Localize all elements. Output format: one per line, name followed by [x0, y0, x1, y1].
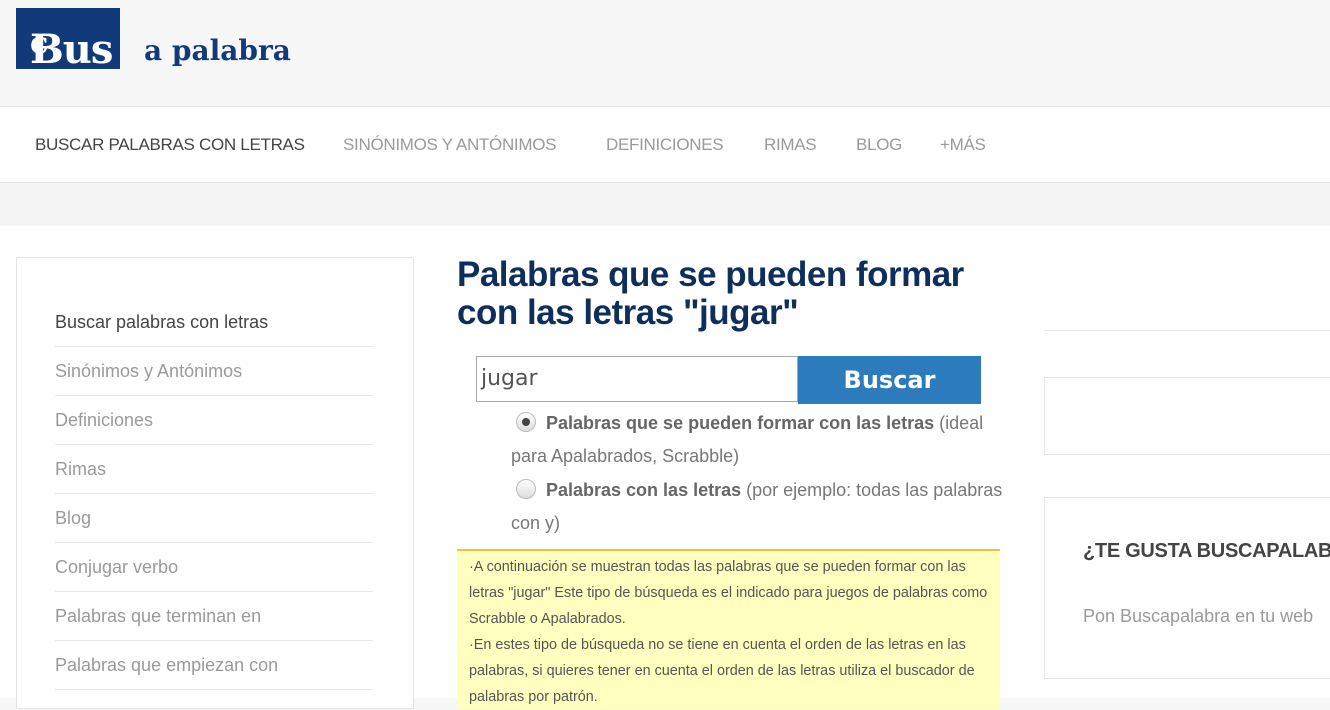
promo-text[interactable]: Pon Buscapalabra en tu web [1083, 606, 1313, 627]
nav-rimas[interactable]: RIMAS [764, 135, 817, 155]
option-formar[interactable]: Palabras que se pueden formar con las le… [511, 407, 1011, 473]
nav-sinonimos[interactable]: SINÓNIMOS Y ANTÓNIMOS [343, 135, 556, 155]
sidebar-item-blog[interactable]: Blog [55, 494, 373, 543]
logo-text-part3: a palabra [144, 34, 291, 67]
sidebar-item-buscar-palabras[interactable]: Buscar palabras con letras [55, 298, 373, 347]
nav-mas[interactable]: +MÁS [940, 135, 986, 155]
promo-title: ¿TE GUSTA BUSCAPALABRA? [1083, 540, 1330, 562]
radio-checked-icon[interactable] [516, 412, 536, 432]
notice-paragraph-1: ·A continuación se muestran todas las pa… [469, 559, 988, 627]
main-nav: BUSCAR PALABRAS CON LETRAS SINÓNIMOS Y A… [0, 107, 1330, 183]
logo-mark: Bus c [16, 8, 120, 73]
nav-buscar-palabras[interactable]: BUSCAR PALABRAS CON LETRAS [35, 135, 305, 155]
page-title: Palabras que se pueden formar con las le… [457, 256, 1007, 332]
right-widget-promo: ¿TE GUSTA BUSCAPALABRA? Pon Buscapalabra… [1044, 497, 1330, 679]
right-widget-empty [1044, 377, 1330, 455]
logo-text-part2: c [30, 26, 48, 61]
site-logo[interactable]: Bus c a palabra [16, 8, 291, 73]
sidebar-item-terminan[interactable]: Palabras que terminan en [55, 592, 373, 641]
search-input[interactable]: jugar [476, 356, 798, 402]
option-formar-bold: Palabras que se pueden formar con las le… [546, 413, 935, 433]
right-divider [1044, 330, 1330, 331]
nav-definiciones[interactable]: DEFINICIONES [606, 135, 724, 155]
sidebar-item-conjugar[interactable]: Conjugar verbo [55, 543, 373, 592]
info-notice: ·A continuación se muestran todas las pa… [457, 549, 1000, 709]
main-content: Palabras que se pueden formar con las le… [457, 256, 1007, 709]
nav-blog[interactable]: BLOG [856, 135, 902, 155]
sidebar-item-definiciones[interactable]: Definiciones [55, 396, 373, 445]
sidebar-item-empiezan[interactable]: Palabras que empiezan con [55, 641, 373, 690]
page-title-line1: Palabras que se pueden formar [457, 255, 964, 294]
search-button[interactable]: Buscar [798, 356, 981, 404]
option-con-letras[interactable]: Palabras con las letras (por ejemplo: to… [511, 474, 1011, 540]
sidebar-item-sinonimos[interactable]: Sinónimos y Antónimos [55, 347, 373, 396]
notice-paragraph-2: ·En estes tipo de búsqueda no se tiene e… [469, 637, 975, 705]
option-con-letras-bold: Palabras con las letras [546, 480, 742, 500]
sidebar-menu: Buscar palabras con letras Sinónimos y A… [55, 298, 373, 690]
header-band [0, 183, 1330, 225]
site-header: Bus c a palabra [0, 0, 1330, 107]
sidebar: Buscar palabras con letras Sinónimos y A… [16, 257, 414, 709]
sidebar-item-rimas[interactable]: Rimas [55, 445, 373, 494]
page-title-line2: con las letras "jugar" [457, 293, 799, 332]
radio-unchecked-icon[interactable] [516, 479, 536, 499]
